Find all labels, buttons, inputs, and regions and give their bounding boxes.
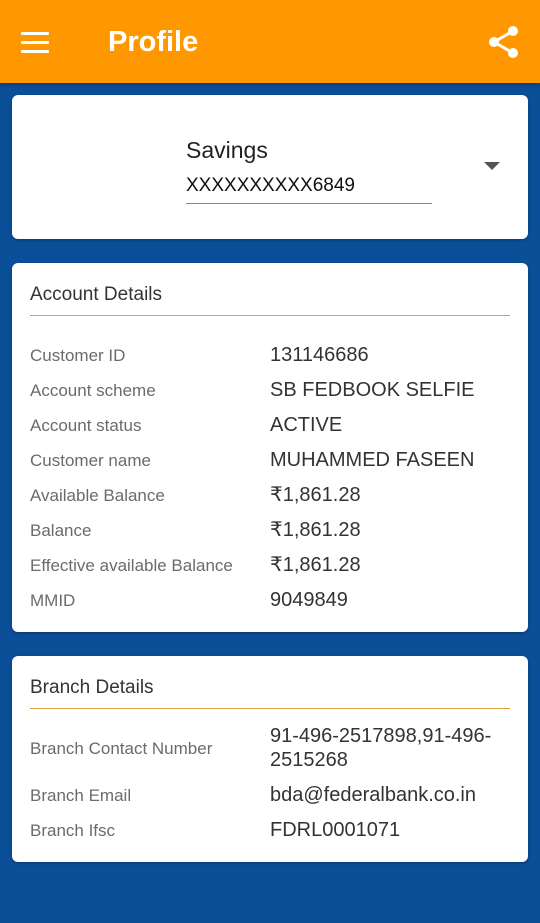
detail-value: 9049849	[270, 589, 348, 611]
detail-value: ACTIVE	[270, 414, 343, 436]
detail-value: 131146686	[270, 344, 369, 366]
detail-label: Available Balance	[30, 486, 165, 505]
branch-label: Branch Email	[30, 786, 132, 805]
branch-value: 91-496-2517898,91-496-2515268	[270, 725, 492, 771]
app-bar: Profile	[0, 0, 540, 83]
share-icon[interactable]	[484, 22, 524, 62]
branch-details-title: Branch Details	[30, 677, 510, 709]
detail-label: Account scheme	[30, 381, 156, 400]
branch-value: FDRL0001071	[270, 819, 401, 841]
account-details-card: Account Details Customer ID 131146686 Ac…	[12, 263, 528, 632]
branch-details-card: Branch Details Branch Contact Number 91-…	[12, 656, 528, 862]
branch-label: Branch Ifsc	[30, 821, 116, 840]
detail-label: Account status	[30, 416, 142, 435]
detail-label: MMID	[30, 591, 76, 610]
detail-label: Customer ID	[30, 346, 126, 365]
detail-label: Customer name	[30, 451, 151, 470]
branch-label: Branch Contact Number	[30, 739, 213, 758]
detail-value: ₹1,861.28	[270, 554, 361, 576]
detail-label: Effective available Balance	[30, 556, 233, 575]
branch-value: bda@federalbank.co.in	[270, 784, 476, 806]
detail-value: SB FEDBOOK SELFIE	[270, 379, 475, 401]
detail-value: MUHAMMED FASEEN	[270, 449, 475, 471]
detail-value: ₹1,861.28	[270, 484, 361, 506]
dropdown-arrow-icon[interactable]	[484, 162, 500, 170]
menu-icon[interactable]	[14, 21, 56, 63]
detail-value: ₹1,861.28	[270, 519, 361, 541]
page-title: Profile	[108, 26, 199, 58]
account-type-label: Savings	[186, 137, 268, 163]
account-details-title: Account Details	[30, 284, 510, 316]
detail-label: Balance	[30, 521, 92, 540]
account-selector-card: Savings XXXXXXXXXX6849	[12, 95, 528, 239]
account-number-select[interactable]: XXXXXXXXXX6849	[186, 175, 432, 204]
